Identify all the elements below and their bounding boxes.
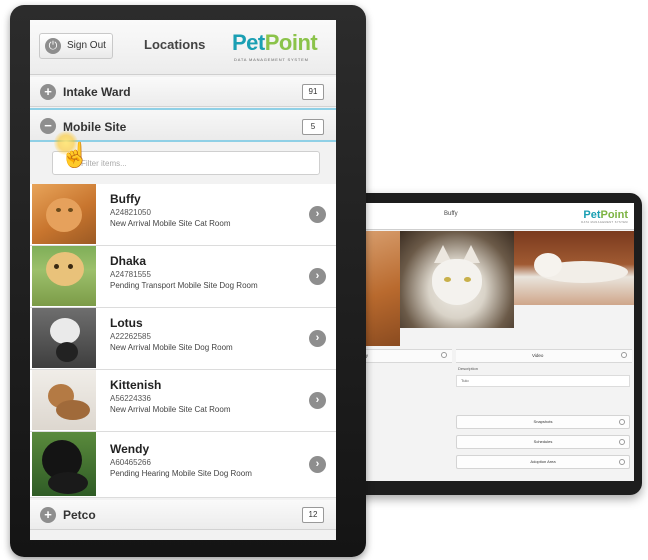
minus-icon: − [40,118,56,134]
header: ⏻ Sign Out Locations PetPoint DATA MANAG… [30,20,336,75]
plus-icon: + [40,507,56,523]
animal-thumbnail [32,370,96,430]
animal-thumbnail [32,184,96,244]
count-badge: 91 [302,84,324,100]
list-item[interactable]: Buffy A24821050 New Arrival Mobile Site … [30,184,336,246]
front-tablet-screen: ⏻ Sign Out Locations PetPoint DATA MANAG… [30,20,336,540]
circle-icon [619,438,625,445]
animal-photo-2[interactable] [400,231,514,328]
chevron-right-icon[interactable]: › [309,268,326,285]
chevron-right-icon[interactable]: › [309,456,326,473]
list-item[interactable]: Lotus A22262585 New Arrival Mobile Site … [30,308,336,370]
description-field[interactable]: Tulo [456,375,630,387]
circle-icon [621,352,627,358]
chevron-right-icon[interactable]: › [309,330,326,347]
description-label: Description [458,366,479,371]
group-petco[interactable]: + Petco 12 [30,500,336,530]
back-header: Buffy PetPoint DATA MANAGEMENT SYSTEM [352,203,634,230]
list-item[interactable]: Dhaka A24781555 Pending Transport Mobile… [30,246,336,308]
circle-icon [619,458,625,465]
animal-thumbnail [32,308,96,368]
back-tablet-screen: Buffy PetPoint DATA MANAGEMENT SYSTEM ..… [352,203,634,481]
back-page-title: Buffy [444,211,458,217]
chevron-right-icon[interactable]: › [309,392,326,409]
filter-input[interactable]: Filter items... [52,151,320,175]
back-row-video[interactable]: Video [456,349,632,363]
sign-out-button[interactable]: ⏻ Sign Out [39,33,113,59]
list-item[interactable]: Wendy A60465266 Pending Hearing Mobile S… [30,432,336,498]
snapshots-button[interactable]: Snapshots [456,415,630,429]
back-logo: PetPoint [583,209,628,221]
group-intake-ward[interactable]: + Intake Ward 91 [30,77,336,107]
plus-icon: + [40,84,56,100]
power-icon: ⏻ [45,38,61,54]
logo-subtitle: DATA MANAGEMENT SYSTEM [234,57,309,62]
petpoint-logo: PetPoint [232,30,318,55]
animal-photo-3[interactable] [514,231,634,305]
circle-icon [441,352,447,358]
back-logo-subtitle: DATA MANAGEMENT SYSTEM [581,221,628,224]
hand-pointer-icon: ☝ [54,131,90,169]
schedules-button[interactable]: Schedules [456,435,630,449]
count-badge: 12 [302,507,324,523]
list-item[interactable]: Kittenish A56224336 New Arrival Mobile S… [30,370,336,432]
count-badge: 5 [302,119,324,135]
chevron-right-icon[interactable]: › [309,206,326,223]
circle-icon [619,418,625,425]
animal-thumbnail [32,432,96,496]
page-title: Locations [144,37,206,52]
animal-thumbnail [32,246,96,306]
adoption-area-button[interactable]: Adoption Area [456,455,630,469]
back-row-left[interactable]: ...ory [352,349,452,363]
